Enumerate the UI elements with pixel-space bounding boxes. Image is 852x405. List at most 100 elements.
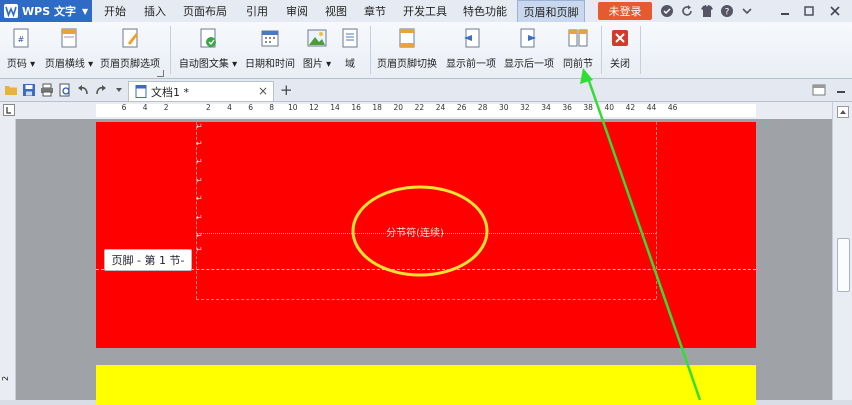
undo-icon[interactable] (76, 83, 90, 97)
scroll-thumb[interactable] (837, 238, 850, 292)
print-icon[interactable] (40, 83, 54, 97)
picture-button[interactable]: 图片 ▾ (300, 25, 334, 73)
options-chevron-icon[interactable] (740, 4, 754, 18)
ruler-tick-label: 6 (248, 103, 253, 112)
refresh-icon[interactable] (680, 4, 694, 18)
menu-special-features[interactable]: 特色功能 (458, 0, 512, 22)
customize-dropdown-icon[interactable] (112, 83, 126, 97)
quick-access-bar: 文档1 * × + (0, 79, 852, 102)
vertical-scrollbar[interactable] (832, 102, 852, 400)
date-time-button[interactable]: 日期和时间 (244, 25, 296, 73)
header-footer-options-button[interactable]: 页眉页脚选项 (98, 25, 162, 73)
paragraph-mark: ↵ (196, 157, 203, 166)
app-menu-button[interactable]: WPS 文字 ▼ (0, 0, 92, 22)
paragraph-mark: ↵ (196, 139, 203, 148)
switch-header-footer-button[interactable]: 页眉页脚切换 (374, 25, 440, 73)
ruler-tick-label: 20 (393, 103, 404, 112)
ruler-tick-label: 16 (351, 103, 361, 112)
print-preview-icon[interactable] (58, 83, 72, 97)
help-icon[interactable]: ? (720, 4, 734, 18)
svg-text:#: # (18, 35, 25, 44)
tab-stop-selector-icon[interactable] (3, 104, 15, 116)
ruler-tick-label: 40 (604, 103, 615, 112)
login-button[interactable]: 未登录 (598, 2, 652, 20)
save-icon[interactable] (22, 83, 36, 97)
paragraph-mark: ↵ (196, 213, 203, 222)
document-list-icon[interactable] (812, 83, 826, 97)
show-next-button[interactable]: 显示后一项 (502, 25, 556, 73)
field-button[interactable]: 域 (338, 25, 362, 73)
paragraph-mark: ↵ (196, 245, 203, 254)
vertical-ruler-number: 2 (1, 375, 11, 382)
open-folder-icon[interactable] (4, 83, 18, 97)
margin-guide-right (656, 122, 657, 299)
ruler-scale[interactable] (96, 104, 756, 117)
ruler-tick-label: 46 (667, 103, 678, 112)
scroll-up-icon[interactable] (837, 106, 849, 118)
minimize-doc-icon[interactable] (834, 83, 848, 97)
close-tab-icon[interactable]: × (258, 84, 268, 98)
ruler-tick-label: 2 (206, 103, 211, 112)
sync-icon[interactable] (660, 4, 674, 18)
menu-page-layout[interactable]: 页面布局 (177, 0, 233, 22)
paragraph-mark: ↵ (196, 176, 203, 185)
autotext-icon (200, 28, 216, 48)
menu-insert[interactable]: 插入 (137, 0, 173, 22)
minimize-icon[interactable] (778, 4, 792, 18)
document-tab-title: 文档1 * (151, 85, 189, 99)
field-icon (342, 28, 358, 48)
ruler-tick-label: 34 (541, 103, 551, 112)
horizontal-ruler: 6 4 2 2 4 6 8 10 12 14 16 18 20 22 24 26 28 30 32 34 36 38 40 4… (0, 102, 852, 120)
ruler-tick-label: 4 (227, 103, 232, 112)
header-line-icon (61, 28, 77, 48)
header-line-button[interactable]: 页眉横线 ▾ (42, 25, 96, 73)
menu-review[interactable]: 审阅 (279, 0, 315, 22)
autotext-button[interactable]: 自动图文集 ▾ (176, 25, 240, 73)
menu-developer-tools[interactable]: 开发工具 (398, 0, 452, 22)
menu-view[interactable]: 视图 (318, 0, 354, 22)
close-window-icon[interactable] (828, 4, 842, 18)
page-number-button[interactable]: # 页码 ▾ (4, 25, 38, 73)
ruler-tick-label: 44 (646, 103, 657, 112)
ruler-tick-label: 32 (520, 103, 530, 112)
show-previous-button[interactable]: 显示前一项 (444, 25, 498, 73)
document-tab[interactable]: 文档1 * × (128, 81, 274, 101)
ruler-tick-label: 38 (583, 103, 593, 112)
menu-chapter[interactable]: 章节 (357, 0, 393, 22)
menu-bar: WPS 文字 ▼ 开始 插入 页面布局 引用 审阅 视图 章节 开发工具 特色功… (0, 0, 852, 23)
ribbon-separator (170, 26, 171, 74)
ruler-tick-label: 2 (163, 103, 169, 112)
vertical-ruler: 2 (0, 119, 16, 400)
maximize-icon[interactable] (802, 4, 816, 18)
margin-guide-bottom (196, 299, 656, 300)
ruler-tick-label: 4 (142, 103, 148, 112)
wps-logo-icon (4, 4, 18, 18)
ruler-tick-label: 24 (435, 103, 446, 112)
menu-references[interactable]: 引用 (238, 0, 276, 22)
ruler-tick-label: 42 (625, 103, 636, 112)
ruler-tick-label: 12 (309, 103, 319, 112)
paragraph-mark: ↵ (196, 194, 203, 203)
page-yellow[interactable] (96, 365, 756, 405)
new-tab-button[interactable]: + (280, 81, 293, 99)
skin-icon[interactable] (700, 4, 714, 18)
app-name: WPS 文字 (22, 5, 76, 18)
ruler-tick-label: 22 (414, 103, 425, 112)
link-to-previous-icon (568, 29, 588, 47)
footer-boundary-line (96, 269, 756, 270)
show-next-icon (520, 28, 536, 48)
ribbon-toolbar: # 页码 ▾ 页眉横线 ▾ 页眉页脚选项 自动图文集 ▾ 日期和时间 图片 ▾ … (0, 22, 852, 79)
show-previous-icon (464, 28, 480, 48)
ribbon-separator (370, 26, 371, 74)
redo-icon[interactable] (94, 83, 108, 97)
section-break-label: 分节符(连续) (386, 228, 444, 239)
paragraph-mark: ↵ (196, 231, 203, 240)
menu-header-footer[interactable]: 页眉和页脚 (517, 0, 585, 22)
close-header-footer-button[interactable]: 关闭 (606, 25, 634, 73)
link-to-previous-button[interactable]: 同前节 (560, 25, 596, 73)
dialog-launcher-icon[interactable] (157, 70, 164, 77)
ruler-tick-label: 6 (121, 103, 127, 112)
menu-home[interactable]: 开始 (95, 0, 135, 22)
ruler-tick-label: 14 (330, 103, 340, 112)
switch-header-footer-icon (399, 28, 415, 48)
